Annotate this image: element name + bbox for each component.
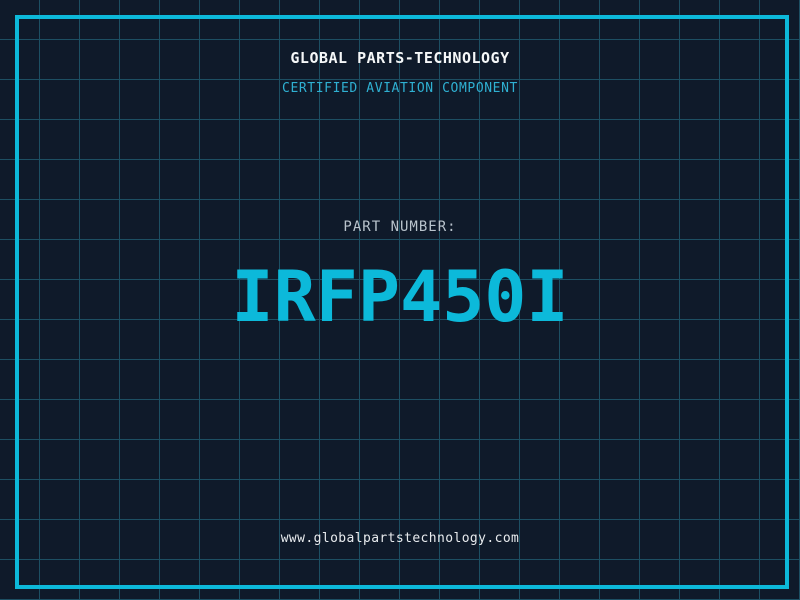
part-number-value: IRFP450I xyxy=(231,256,569,338)
company-name: GLOBAL PARTS-TECHNOLOGY xyxy=(290,49,510,67)
part-number-label: PART NUMBER: xyxy=(343,219,457,235)
part-certificate-page: GLOBAL PARTS-TECHNOLOGY CERTIFIED AVIATI… xyxy=(0,0,800,600)
certification-subtitle: CERTIFIED AVIATION COMPONENT xyxy=(282,81,518,96)
website-url: www.globalpartstechnology.com xyxy=(280,531,520,546)
